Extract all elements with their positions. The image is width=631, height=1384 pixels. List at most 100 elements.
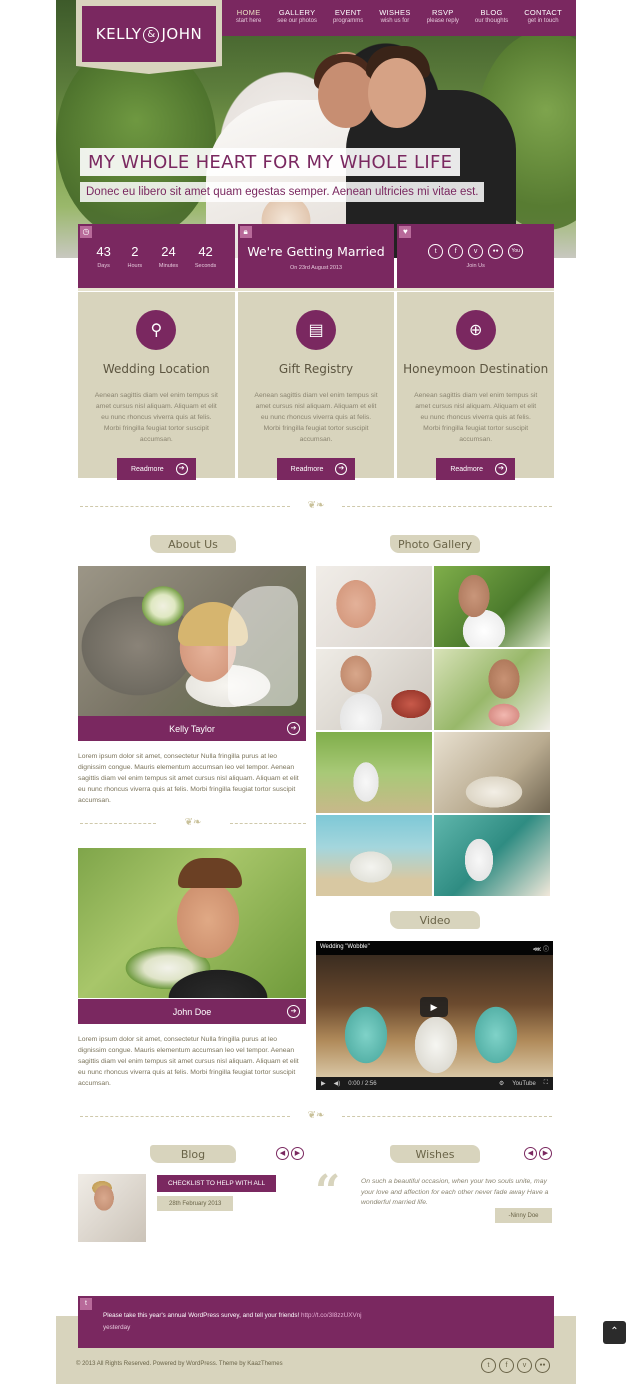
ornament-icon: ❦❧ — [307, 500, 325, 511]
blog-post-date: 28th February 2013 — [157, 1196, 234, 1211]
nav-rsvp[interactable]: RSVP please reply — [427, 0, 459, 36]
nav-home[interactable]: HOME start here — [236, 0, 261, 36]
video-title: Wedding "Wobble" — [320, 944, 370, 950]
site-logo[interactable]: KELLY & JOHN — [76, 0, 222, 74]
gallery-thumb[interactable] — [316, 815, 432, 896]
gallery-thumb[interactable] — [434, 566, 550, 647]
facebook-icon[interactable]: f — [448, 244, 464, 259]
lock-icon: 🔒︎ — [239, 226, 252, 238]
gallery-thumb[interactable] — [316, 732, 432, 813]
feature-wedding-location: ⚲ Wedding Location Aenean sagittis diam … — [78, 292, 235, 480]
married-date: On 23rd August 2013 — [290, 265, 342, 271]
feature-honeymoon: ⊕ Honeymoon Destination Aenean sagittis … — [397, 292, 555, 480]
arrow-left-icon[interactable]: ◀ — [276, 1147, 289, 1160]
chevron-up-icon: ⌃ — [610, 1326, 619, 1337]
married-box: 🔒︎ We're Getting Married On 23rd August … — [237, 224, 395, 288]
arrow-right-icon[interactable]: ▶ — [539, 1147, 552, 1160]
kelly-bio: Lorem ipsum dolor sit amet, consectetur … — [78, 753, 299, 804]
nav-contact[interactable]: CONTACT get in touch — [524, 0, 562, 36]
nav-wishes[interactable]: WISHES wish us for — [379, 0, 410, 36]
hero-banner: MY WHOLE HEART FOR MY WHOLE LIFE Donec e… — [56, 0, 576, 258]
social-box: ♥ t f v ●● You Join Us — [397, 224, 555, 288]
ornament-divider: ❦❧ — [80, 500, 552, 512]
gallery-thumb[interactable] — [434, 649, 550, 730]
tweet-link[interactable]: http://t.co/3I8zzUXVnj — [301, 1312, 362, 1319]
arrow-right-icon: ➔ — [335, 463, 348, 475]
ornament-divider: ❦❧ — [80, 817, 306, 829]
hero-title: MY WHOLE HEART FOR MY WHOLE LIFE — [80, 148, 461, 176]
kelly-photo — [78, 566, 306, 716]
arrow-right-icon: ➔ — [175, 463, 188, 475]
gallery-thumb[interactable] — [434, 732, 550, 813]
wish-text: On such a beautiful occasion, when your … — [361, 1178, 549, 1206]
john-caption[interactable]: John Doe ➔ — [78, 999, 306, 1024]
back-to-top-button[interactable]: ⌃ — [603, 1321, 626, 1344]
twitter-icon[interactable]: t — [481, 1358, 496, 1373]
readmore-button[interactable]: Readmore ➔ — [276, 458, 356, 480]
heading-wishes: Wishes — [390, 1145, 480, 1163]
quote-icon: “ — [315, 1166, 341, 1217]
video-controls: ▶ ◀) 0:00 / 2:56 ⚙ YouTube ⛶ — [316, 1077, 553, 1090]
vimeo-icon[interactable]: v — [468, 244, 484, 259]
hero-subtitle: Donec eu libero sit amet quam egestas se… — [80, 182, 485, 202]
ornament-icon: ❦❧ — [184, 817, 202, 828]
readmore-button[interactable]: Readmore ➔ — [116, 458, 196, 480]
vimeo-icon[interactable]: v — [517, 1358, 532, 1373]
readmore-button[interactable]: Readmore ➔ — [436, 458, 516, 480]
arrow-right-icon[interactable]: ▶ — [291, 1147, 304, 1160]
share-icon[interactable]: ⋘ ⓘ — [533, 944, 549, 953]
kelly-caption[interactable]: Kelly Taylor ➔ — [78, 716, 306, 741]
footer-social: t f v ●● — [481, 1358, 550, 1373]
copyright: © 2013 All Rights Reserved. Powered by W… — [76, 1361, 283, 1367]
settings-icon[interactable]: ⚙ — [499, 1080, 504, 1087]
gallery-thumb[interactable] — [316, 649, 432, 730]
heading-video: Video — [390, 911, 480, 929]
heading-blog: Blog — [150, 1145, 236, 1163]
tweet-time: yesterday — [103, 1324, 131, 1331]
page-wrapper: MY WHOLE HEART FOR MY WHOLE LIFE Donec e… — [56, 0, 576, 1384]
wishes-pager: ◀ ▶ — [524, 1147, 552, 1160]
john-bio: Lorem ipsum dolor sit amet, consectetur … — [78, 1036, 299, 1087]
arrow-left-icon[interactable]: ◀ — [524, 1147, 537, 1160]
arrow-right-icon: ➔ — [287, 722, 300, 735]
heading-gallery: Photo Gallery — [390, 535, 480, 553]
blog-post-title[interactable]: CHECKLIST TO HELP WITH ALL — [157, 1175, 277, 1192]
gallery-thumb[interactable] — [316, 566, 432, 647]
photo-gallery — [316, 566, 550, 896]
nav-gallery[interactable]: GALLERY see our photos — [277, 0, 317, 36]
clock-icon: ◷ — [80, 226, 92, 238]
volume-icon[interactable]: ◀) — [334, 1080, 341, 1087]
countdown-days: 43 Days — [96, 244, 111, 269]
fullscreen-icon[interactable]: ⛶ — [544, 1080, 548, 1087]
main-nav: HOME start here GALLERY see our photos EVE… — [222, 0, 576, 36]
flickr-icon[interactable]: ●● — [488, 244, 504, 259]
twitter-icon: t — [80, 1298, 92, 1310]
join-us-label: Join Us — [466, 263, 485, 269]
map-pin-icon: ⚲ — [136, 310, 177, 350]
youtube-icon[interactable]: You — [508, 244, 524, 259]
wish-author: -Ninny Doe — [495, 1208, 552, 1223]
globe-icon: ⊕ — [455, 310, 496, 350]
nav-blog[interactable]: BLOG our thoughts — [475, 0, 508, 36]
gallery-thumb[interactable] — [434, 815, 550, 896]
play-button[interactable]: ▶ — [321, 1080, 326, 1087]
tweet-text: Please take this year's annual WordPress… — [103, 1312, 300, 1319]
ornament-icon: ❦❧ — [307, 1110, 325, 1121]
youtube-logo[interactable]: YouTube — [512, 1081, 536, 1087]
clipboard-icon: ▤ — [296, 310, 336, 350]
twitter-icon[interactable]: t — [428, 244, 444, 259]
heading-about: About Us — [150, 535, 236, 553]
arrow-right-icon: ➔ — [495, 463, 508, 475]
flickr-icon[interactable]: ●● — [535, 1358, 550, 1373]
countdown-box: ◷ 43 Days 2 Hours 24 Minutes 42 Seconds — [78, 224, 235, 288]
facebook-icon[interactable]: f — [499, 1358, 514, 1373]
ornament-divider: ❦❧ — [80, 1110, 552, 1122]
video-player[interactable]: Wedding "Wobble" ⋘ ⓘ ▶ ▶ ◀) 0:00 / 2:56 … — [316, 941, 553, 1090]
twitter-feed: t Please take this year's annual WordPre… — [78, 1296, 554, 1348]
arrow-right-icon: ➔ — [287, 1005, 300, 1018]
blog-thumbnail[interactable] — [78, 1174, 146, 1242]
play-icon[interactable]: ▶ — [420, 997, 448, 1017]
video-time: 0:00 / 2:56 — [348, 1080, 377, 1087]
nav-event[interactable]: EVENT programms — [333, 0, 363, 36]
heart-icon: ♥ — [399, 226, 412, 238]
